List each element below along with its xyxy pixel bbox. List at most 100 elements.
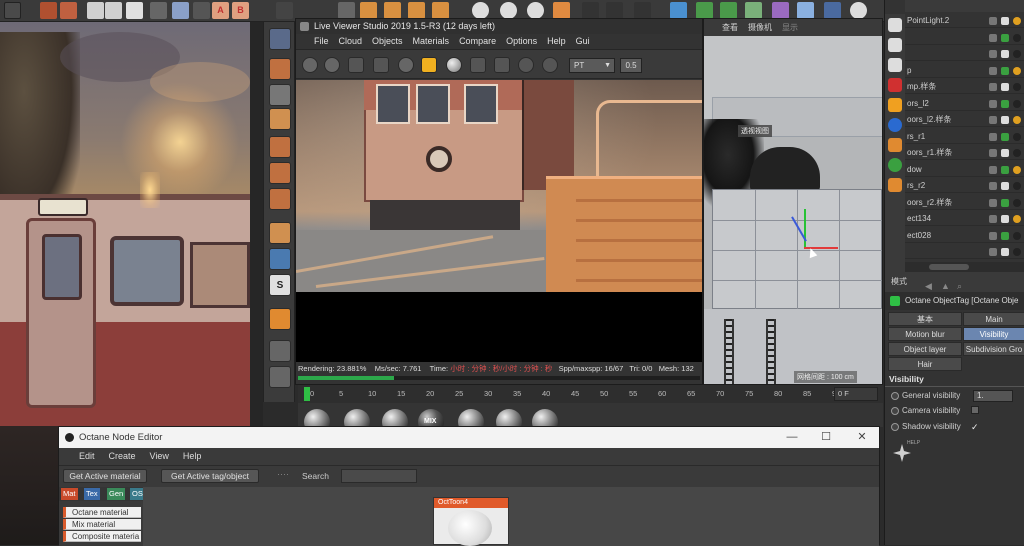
visibility-dot-icon[interactable]	[989, 182, 997, 190]
general-visibility-field[interactable]: 1.	[973, 390, 1013, 402]
object-row[interactable]: rs_r1	[905, 130, 1024, 144]
panel-icon[interactable]	[888, 38, 902, 52]
object-row[interactable]	[905, 31, 1024, 45]
layout-icon[interactable]	[172, 2, 189, 19]
nurbs-icon[interactable]	[720, 2, 737, 19]
floor-icon[interactable]	[797, 2, 814, 19]
category-tab[interactable]: Mat	[61, 488, 78, 500]
menu-options[interactable]: Options	[506, 34, 537, 49]
menu-file[interactable]: File	[314, 34, 329, 49]
material-tag-icon[interactable]	[1013, 132, 1021, 141]
viewport-menu-camera[interactable]: 摄像机	[748, 19, 772, 36]
visibility-dot-icon[interactable]	[989, 248, 997, 256]
object-row[interactable]: ors_l2	[905, 97, 1024, 111]
material-tag-icon[interactable]	[1013, 33, 1021, 42]
tab-motion-blur[interactable]: Motion blur	[888, 327, 962, 341]
cube-mode-icon[interactable]	[269, 58, 291, 80]
gear-icon[interactable]	[398, 57, 414, 73]
tab-basic[interactable]: 基本	[888, 312, 962, 326]
checker-icon[interactable]	[269, 84, 291, 106]
tab-visibility[interactable]: Visibility	[963, 327, 1024, 341]
animation-dot-icon[interactable]	[891, 422, 899, 431]
settings-gear-icon[interactable]	[302, 57, 318, 73]
enable-check-icon[interactable]	[1001, 165, 1009, 174]
enable-check-icon[interactable]	[1001, 116, 1009, 124]
menu-create[interactable]: Create	[109, 448, 136, 465]
viewport-menu-view[interactable]: 查看	[722, 19, 738, 36]
maximize-icon[interactable]: ☐	[811, 427, 841, 448]
x-axis-icon[interactable]	[472, 2, 489, 19]
enable-check-icon[interactable]	[1001, 231, 1009, 240]
editor-viewport[interactable]: 查看 摄像机 显示 透视视图 网格间距 : 100 cm	[703, 18, 883, 385]
material-preview-icon[interactable]	[446, 57, 462, 73]
workplane-icon[interactable]	[269, 366, 291, 388]
material-tag-icon[interactable]	[1013, 99, 1021, 108]
light-icon[interactable]	[850, 2, 867, 19]
axis-b-icon[interactable]: B	[232, 2, 249, 19]
render-icon[interactable]	[40, 2, 57, 19]
object-row[interactable]: PointLight.2	[905, 14, 1024, 29]
lock-grid-icon[interactable]	[269, 340, 291, 362]
visibility-dot-icon[interactable]	[989, 149, 997, 157]
animation-dot-icon[interactable]	[891, 406, 899, 415]
enable-check-icon[interactable]	[1001, 50, 1009, 58]
clapper3-icon[interactable]	[634, 2, 651, 19]
particles-icon[interactable]	[888, 138, 902, 152]
visibility-dot-icon[interactable]	[989, 215, 997, 223]
object-row[interactable]: ect028	[905, 229, 1024, 243]
material-tag-icon[interactable]	[1013, 66, 1021, 75]
tab-main[interactable]: Main	[963, 312, 1024, 326]
material-tag-icon[interactable]	[1013, 248, 1021, 256]
texture-icon[interactable]	[269, 108, 291, 130]
enable-check-icon[interactable]	[1001, 99, 1009, 108]
node-canvas[interactable]	[143, 487, 879, 546]
material-node[interactable]: OctToon4	[433, 497, 509, 546]
visibility-dot-icon[interactable]	[989, 231, 997, 240]
object-row[interactable]	[905, 245, 1024, 260]
animation-dot-icon[interactable]	[891, 391, 899, 400]
camera-icon[interactable]	[824, 2, 841, 19]
object-row[interactable]: oors_l2.样条	[905, 113, 1024, 128]
render-view[interactable]	[296, 80, 702, 292]
object-row[interactable]: oors_r2.样条	[905, 196, 1024, 210]
hair-icon[interactable]	[888, 158, 902, 172]
edges-mode-icon[interactable]	[269, 162, 291, 184]
enable-check-icon[interactable]	[1001, 83, 1009, 91]
attributes-mode-label[interactable]: 模式	[891, 277, 907, 286]
object-row[interactable]: dow	[905, 163, 1024, 177]
material-tag-icon[interactable]	[1013, 149, 1021, 157]
cube-icon[interactable]	[670, 2, 687, 19]
node-item-mix-material[interactable]: Mix material	[63, 519, 141, 530]
visibility-dot-icon[interactable]	[989, 198, 997, 207]
material-tag-icon[interactable]	[1013, 215, 1021, 223]
object-row[interactable]: rs_r2	[905, 179, 1024, 194]
object-row[interactable]: p	[905, 64, 1024, 78]
material-tag-icon[interactable]	[1013, 83, 1021, 91]
object-row[interactable]	[905, 47, 1024, 62]
panel-icon[interactable]	[888, 18, 902, 32]
pick-icon[interactable]	[542, 57, 558, 73]
get-active-material-button[interactable]: Get Active material	[63, 469, 147, 483]
panel-icon[interactable]	[888, 58, 902, 72]
timeline-ruler[interactable]: 051015202530354045505560657075808590	[306, 385, 840, 403]
view-icon[interactable]	[150, 2, 167, 19]
y-axis-icon[interactable]	[500, 2, 517, 19]
globe-icon[interactable]	[269, 28, 291, 50]
enable-check-icon[interactable]	[1001, 66, 1009, 75]
move-icon[interactable]	[360, 2, 377, 19]
camera-visibility-checkbox[interactable]	[971, 406, 979, 414]
coordinate-icon[interactable]	[553, 2, 570, 19]
model-mode-icon[interactable]	[193, 2, 210, 19]
timeline[interactable]: 051015202530354045505560657075808590 0 F	[298, 385, 883, 403]
gizmo-y-axis[interactable]	[804, 209, 806, 249]
menu-materials[interactable]: Materials	[413, 34, 450, 49]
visibility-dot-icon[interactable]	[989, 165, 997, 174]
category-tab[interactable]: Tex	[84, 488, 100, 500]
picture-viewer-icon[interactable]	[87, 2, 104, 19]
render-settings-icon[interactable]	[60, 2, 77, 19]
enable-check-icon[interactable]	[1001, 198, 1009, 207]
current-frame-field[interactable]: 0 F	[834, 387, 878, 401]
visibility-dot-icon[interactable]	[989, 99, 997, 108]
sky-icon[interactable]	[888, 118, 902, 132]
pause-icon[interactable]	[348, 57, 364, 73]
